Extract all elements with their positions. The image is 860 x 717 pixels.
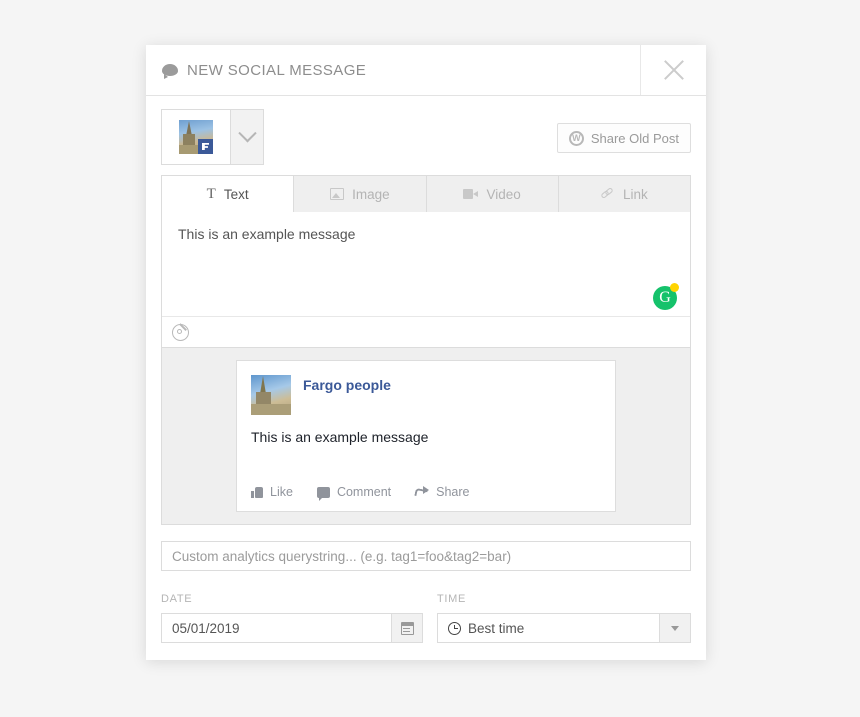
close-icon bbox=[661, 57, 687, 83]
account-row: W Share Old Post bbox=[161, 109, 691, 167]
time-field[interactable]: Best time bbox=[437, 613, 691, 643]
account-thumb-cell bbox=[162, 110, 230, 164]
tab-text-label: Text bbox=[223, 186, 249, 202]
page-title: NEW SOCIAL MESSAGE bbox=[187, 61, 367, 79]
facebook-badge-icon bbox=[198, 139, 213, 154]
caret-down-icon bbox=[671, 625, 679, 631]
thumbs-up-icon bbox=[251, 486, 263, 498]
time-value-wrap[interactable]: Best time bbox=[438, 614, 659, 642]
post-preview: Fargo people This is an example message … bbox=[161, 348, 691, 525]
time-value: Best time bbox=[468, 620, 525, 636]
calendar-icon bbox=[400, 621, 414, 635]
tab-image[interactable]: Image bbox=[294, 176, 427, 212]
date-value[interactable]: 05/01/2019 bbox=[162, 614, 391, 642]
facebook-page-avatar bbox=[179, 120, 213, 154]
like-label: Like bbox=[270, 485, 293, 499]
tab-image-label: Image bbox=[352, 186, 390, 202]
date-column: DATE 05/01/2019 bbox=[161, 593, 423, 643]
like-button[interactable]: Like bbox=[251, 485, 293, 499]
speech-bubble-icon bbox=[162, 63, 178, 79]
text-icon: T bbox=[206, 185, 216, 202]
clock-icon bbox=[448, 621, 461, 635]
tab-text[interactable]: T Text bbox=[162, 176, 295, 212]
preview-header: Fargo people bbox=[251, 375, 601, 415]
comment-icon bbox=[316, 486, 330, 501]
account-dropdown-toggle[interactable] bbox=[230, 110, 263, 164]
preview-message: This is an example message bbox=[251, 429, 429, 445]
video-icon bbox=[463, 189, 479, 199]
modal-title-area: NEW SOCIAL MESSAGE bbox=[146, 45, 641, 95]
grammarly-icon[interactable]: G bbox=[653, 283, 679, 310]
modal-header: NEW SOCIAL MESSAGE bbox=[146, 45, 706, 96]
share-old-post-button[interactable]: W Share Old Post bbox=[556, 123, 691, 153]
preview-actions: Like Comment Share bbox=[251, 485, 601, 501]
message-input[interactable]: This is an example message G bbox=[162, 212, 690, 316]
analytics-querystring-input[interactable] bbox=[161, 541, 691, 571]
content-type-tabs: T Text Image Video Link bbox=[161, 175, 691, 212]
close-button[interactable] bbox=[641, 45, 706, 95]
comment-label: Comment bbox=[336, 485, 392, 499]
share-arrow-icon bbox=[415, 486, 430, 498]
tab-video-label: Video bbox=[486, 186, 521, 202]
date-label: DATE bbox=[161, 593, 193, 605]
date-field[interactable]: 05/01/2019 bbox=[161, 613, 423, 643]
account-selector[interactable] bbox=[161, 109, 264, 165]
wordpress-icon: W bbox=[568, 130, 584, 146]
facebook-preview-card: Fargo people This is an example message … bbox=[236, 360, 616, 512]
time-label: TIME bbox=[437, 593, 467, 605]
chevron-down-icon bbox=[237, 123, 257, 142]
share-old-post-label: Share Old Post bbox=[590, 130, 679, 146]
composer-toolbar bbox=[162, 316, 690, 347]
share-button[interactable]: Share bbox=[415, 485, 469, 499]
share-label: Share bbox=[436, 485, 470, 499]
schedule-row: DATE 05/01/2019 TIME Best time bbox=[161, 593, 691, 643]
image-icon bbox=[330, 188, 345, 200]
tab-video[interactable]: Video bbox=[426, 176, 559, 212]
new-social-message-modal: NEW SOCIAL MESSAGE W Share Old Post T Te… bbox=[146, 45, 706, 660]
target-icon[interactable] bbox=[172, 323, 189, 341]
tab-link-label: Link bbox=[622, 186, 648, 202]
modal-body: W Share Old Post T Text Image Video Link bbox=[146, 96, 706, 643]
link-icon bbox=[601, 188, 615, 200]
comment-button[interactable]: Comment bbox=[316, 485, 392, 501]
message-text: This is an example message bbox=[178, 226, 356, 242]
time-column: TIME Best time bbox=[437, 593, 691, 643]
facebook-page-avatar bbox=[251, 375, 291, 415]
message-composer: This is an example message G bbox=[161, 211, 691, 348]
preview-page-name[interactable]: Fargo people bbox=[303, 375, 391, 393]
tab-link[interactable]: Link bbox=[558, 176, 690, 212]
time-dropdown-button[interactable] bbox=[659, 614, 690, 642]
calendar-button[interactable] bbox=[391, 614, 422, 642]
